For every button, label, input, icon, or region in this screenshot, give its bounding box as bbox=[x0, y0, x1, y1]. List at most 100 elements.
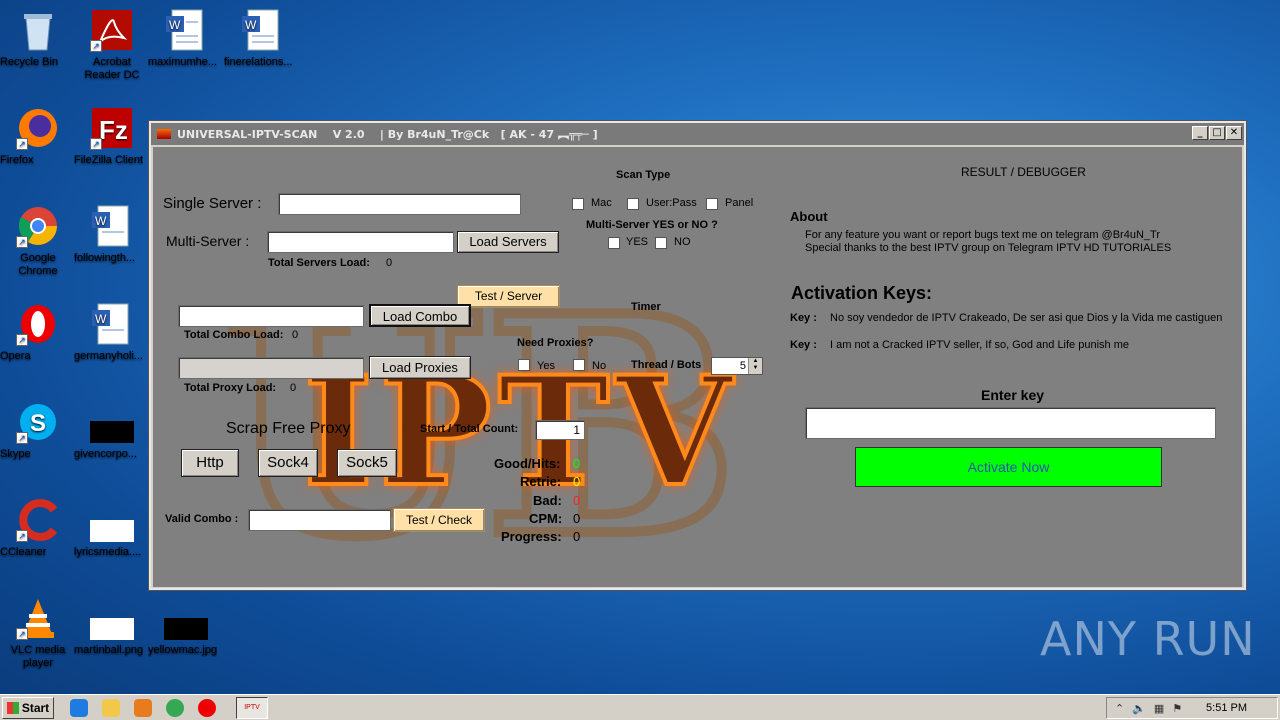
window-client-area: UB IPTV Single Server : Multi-Server : L… bbox=[153, 147, 1242, 587]
about-line-1: For any feature you want or report bugs … bbox=[805, 229, 1160, 241]
stepper-arrows-icon[interactable]: ▲ ▼ bbox=[748, 358, 762, 374]
single-server-label: Single Server : bbox=[163, 195, 262, 212]
test-check-button[interactable]: Test / Check bbox=[393, 508, 485, 532]
flag-notification-icon[interactable]: ⚑ bbox=[1172, 702, 1182, 715]
need-proxies-yes-checkbox[interactable] bbox=[518, 359, 530, 371]
shortcut-arrow-icon: ↗ bbox=[90, 138, 102, 150]
network-icon[interactable]: ▦ bbox=[1154, 702, 1164, 715]
total-combo-value: 0 bbox=[292, 329, 299, 341]
bad-value: 0 bbox=[573, 493, 581, 508]
desktop-icon-lyricsmedia[interactable]: lyricsmedia.... bbox=[74, 498, 150, 558]
scan-type-userpass-checkbox[interactable] bbox=[627, 198, 639, 210]
desktop-icon-givencorpo[interactable]: givencorpo... bbox=[74, 400, 150, 460]
volume-icon[interactable]: 🔈 bbox=[1132, 702, 1146, 715]
thread-bots-stepper[interactable]: 5 ▲ ▼ bbox=[711, 357, 763, 375]
black-file-icon bbox=[164, 596, 208, 640]
opera-taskbar-icon[interactable] bbox=[198, 698, 216, 717]
black-file-icon bbox=[90, 400, 134, 444]
cpm-value: 0 bbox=[573, 511, 581, 526]
svg-text:Fz: Fz bbox=[99, 115, 128, 145]
desktop-icon-chrome[interactable]: ↗ Google Chrome bbox=[0, 204, 76, 277]
single-server-input[interactable] bbox=[278, 193, 521, 215]
total-servers-value: 0 bbox=[386, 257, 393, 269]
shortcut-arrow-icon: ↗ bbox=[16, 236, 28, 248]
close-button[interactable]: ✕ bbox=[1226, 126, 1242, 140]
maximize-button[interactable]: □ bbox=[1209, 126, 1225, 140]
chrome-icon: ↗ bbox=[16, 204, 60, 248]
desktop-icon-filezilla[interactable]: Fz ↗ FileZilla Client bbox=[74, 106, 150, 166]
timer-label: Timer bbox=[631, 301, 661, 313]
scan-type-panel-label: Panel bbox=[725, 197, 754, 209]
desktop-icon-martinball[interactable]: martinball.png bbox=[74, 596, 150, 656]
desktop-icon-firefox[interactable]: ↗ Firefox bbox=[0, 106, 76, 166]
sock5-proxy-button[interactable]: Sock5 bbox=[337, 449, 397, 477]
acrobat-icon: ↗ bbox=[90, 8, 134, 52]
svg-text:W: W bbox=[95, 214, 107, 228]
test-server-button[interactable]: Test / Server bbox=[457, 285, 560, 308]
scan-type-panel-checkbox[interactable] bbox=[706, 198, 718, 210]
combo-input[interactable] bbox=[178, 305, 364, 327]
load-servers-button[interactable]: Load Servers bbox=[457, 231, 559, 253]
cpm-label: CPM: bbox=[529, 511, 563, 526]
desktop-icon-opera[interactable]: ↗ Opera bbox=[0, 302, 76, 362]
key-1-label: Key : bbox=[790, 312, 817, 324]
desktop-icon-finerelations[interactable]: W finerelations... bbox=[224, 8, 300, 68]
folder-icon[interactable] bbox=[102, 698, 120, 717]
clock[interactable]: 5:51 PM bbox=[1206, 702, 1247, 714]
windows-flag-icon bbox=[6, 701, 19, 714]
total-proxy-label: Total Proxy Load: bbox=[184, 382, 277, 394]
scan-type-label: Scan Type bbox=[616, 169, 671, 181]
need-proxies-no-label: No bbox=[592, 360, 607, 372]
internet-explorer-icon[interactable] bbox=[70, 698, 88, 717]
good-hits-label: Good/Hits: bbox=[494, 456, 561, 471]
taskbar-iptv-app[interactable]: IPTV bbox=[236, 696, 268, 719]
desktop-icon-vlc[interactable]: ↗ VLC media player bbox=[0, 596, 76, 669]
valid-combo-input[interactable] bbox=[248, 509, 391, 531]
recycle-bin-icon bbox=[16, 8, 60, 52]
progress-label: Progress: bbox=[501, 529, 562, 544]
scan-type-mac-checkbox[interactable] bbox=[572, 198, 584, 210]
desktop-icon-yellowmac[interactable]: yellowmac.jpg bbox=[148, 596, 224, 656]
load-combo-button[interactable]: Load Combo bbox=[369, 304, 471, 327]
shortcut-arrow-icon: ↗ bbox=[90, 40, 102, 52]
key-2-label: Key : bbox=[790, 339, 817, 351]
desktop-icon-followingth[interactable]: W followingth... bbox=[74, 204, 150, 264]
window-titlebar[interactable]: UNIVERSAL-IPTV-SCAN V 2.0 | By Br4uN_Tr@… bbox=[151, 123, 1244, 145]
desktop-icon-germanyholi[interactable]: W germanyholi... bbox=[74, 302, 150, 362]
need-proxies-no-checkbox[interactable] bbox=[573, 359, 585, 371]
multi-server-no-checkbox[interactable] bbox=[655, 237, 667, 249]
desktop-icon-recycle-bin[interactable]: Recycle Bin bbox=[0, 8, 76, 68]
desktop-icon-skype[interactable]: S ↗ Skype bbox=[0, 400, 76, 460]
enter-key-input[interactable] bbox=[805, 407, 1216, 439]
multi-server-input[interactable] bbox=[267, 231, 454, 253]
desktop-icon-acrobat[interactable]: ↗ Acrobat Reader DC bbox=[74, 8, 150, 81]
filezilla-icon: Fz ↗ bbox=[90, 106, 134, 150]
app-icon bbox=[157, 129, 171, 139]
about-line-2: Special thanks to the best IPTV group on… bbox=[805, 242, 1172, 254]
need-proxies-label: Need Proxies? bbox=[517, 337, 594, 349]
taskbar: Start IPTV ⌃ 🔈 ▦ ⚑ 5:51 PM bbox=[0, 694, 1280, 720]
retrie-label: Retrie: bbox=[520, 474, 562, 489]
proxies-input[interactable] bbox=[178, 357, 364, 379]
key-2-text: I am not a Cracked IPTV seller, If so, G… bbox=[830, 339, 1129, 351]
multi-server-yes-label: YES bbox=[626, 236, 649, 248]
start-total-count-input[interactable]: 1 bbox=[535, 420, 585, 440]
desktop-icon-maximumhe[interactable]: W maximumhe... bbox=[148, 8, 224, 68]
about-title: About bbox=[790, 209, 828, 224]
http-proxy-button[interactable]: Http bbox=[181, 449, 239, 477]
sock4-proxy-button[interactable]: Sock4 bbox=[258, 449, 318, 477]
chrome-taskbar-icon[interactable] bbox=[166, 698, 184, 717]
word-doc-icon: W bbox=[164, 8, 208, 52]
minimize-button[interactable]: _ bbox=[1192, 126, 1208, 140]
desktop-icon-ccleaner[interactable]: ↗ CCleaner bbox=[0, 498, 76, 558]
svg-text:W: W bbox=[169, 18, 181, 32]
load-proxies-button[interactable]: Load Proxies bbox=[369, 356, 471, 379]
svg-text:W: W bbox=[95, 312, 107, 326]
multi-server-yes-checkbox[interactable] bbox=[608, 237, 620, 249]
word-doc-icon: W bbox=[90, 302, 134, 346]
media-player-icon[interactable] bbox=[134, 698, 152, 717]
activate-now-button[interactable]: Activate Now bbox=[855, 447, 1162, 487]
start-button[interactable]: Start bbox=[2, 696, 54, 719]
start-label: Start bbox=[21, 700, 50, 715]
tray-expand-icon[interactable]: ⌃ bbox=[1115, 702, 1124, 715]
